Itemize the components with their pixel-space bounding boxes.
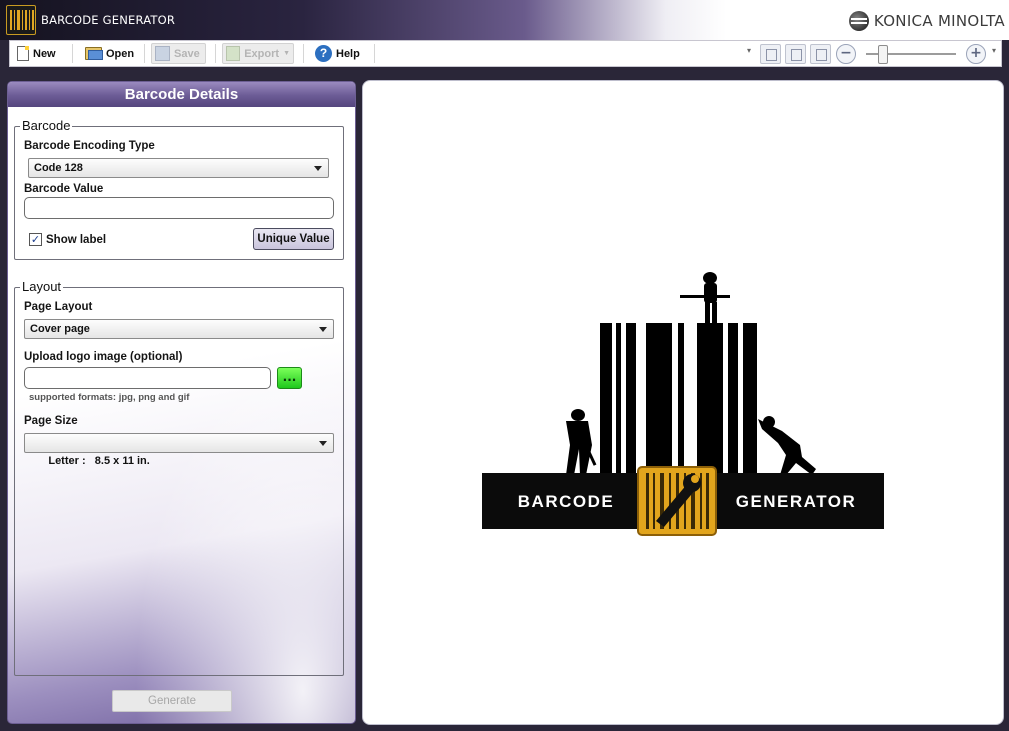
preview-area: BARCODE GENERATOR (362, 80, 1004, 725)
logo-left-text: BARCODE (518, 492, 614, 511)
help-button[interactable]: ? Help (312, 43, 363, 64)
barcode-value-label: Barcode Value (24, 183, 104, 195)
toolbar-divider (144, 44, 145, 63)
page-layout-value: Cover page (30, 323, 90, 335)
new-button-label: New (33, 47, 56, 60)
barcode-generator-logo: BARCODE GENERATOR (482, 272, 884, 536)
unique-value-button[interactable]: Unique Value (253, 228, 334, 250)
barcode-details-panel: Barcode Details Barcode Barcode Encoding… (7, 81, 356, 724)
barcode-group-legend: Barcode (20, 118, 73, 133)
open-folder-icon (85, 47, 103, 60)
export-button[interactable]: Export ▼ (222, 43, 294, 64)
app-title: BARCODE GENERATOR (41, 13, 176, 27)
fit-width-button[interactable] (785, 44, 806, 64)
chevron-down-icon (314, 166, 322, 171)
save-disk-icon (155, 46, 170, 61)
open-button[interactable]: Open (82, 43, 137, 64)
barcode-badge-icon (637, 466, 717, 536)
page-size-value: Letter : 8.5 x 11 in. (48, 455, 150, 467)
layout-group-legend: Layout (20, 279, 64, 294)
toolbar-divider (374, 44, 375, 63)
barcode-value-input[interactable] (24, 197, 334, 219)
toolbar-overflow-icon[interactable]: ▾ (747, 46, 755, 62)
logo-path-input[interactable] (24, 367, 271, 389)
save-button-label: Save (174, 47, 200, 60)
encoding-type-value: Code 128 (34, 162, 83, 174)
upload-logo-label: Upload logo image (optional) (24, 351, 183, 363)
new-document-icon (17, 46, 29, 61)
app-logo-icon (6, 5, 36, 35)
actual-size-button[interactable] (810, 44, 831, 64)
brand-logo: KONICA MINOLTA (848, 10, 1005, 32)
zoom-out-icon[interactable]: − (836, 44, 856, 64)
toolbar-divider (72, 44, 73, 63)
generate-button[interactable]: Generate (112, 690, 232, 712)
toolbar-divider (215, 44, 216, 63)
supported-formats-hint: supported formats: jpg, png and gif (29, 392, 190, 403)
barcode-group: Barcode Barcode Encoding Type Code 128 B… (14, 118, 344, 260)
logo-right-text: GENERATOR (736, 492, 857, 511)
save-button[interactable]: Save (151, 43, 206, 64)
fit-page-button[interactable] (760, 44, 781, 64)
page-layout-label: Page Layout (24, 301, 93, 313)
new-button[interactable]: New (14, 43, 59, 64)
worker-top-silhouette (680, 272, 730, 324)
show-label-checkbox[interactable]: ✓ (29, 233, 42, 246)
zoom-in-icon[interactable]: + (966, 44, 986, 64)
main-toolbar: New Open Save Export ▼ ? Help ▾ − + ▾ (9, 40, 1002, 67)
chevron-down-icon (319, 441, 327, 446)
worker-right-silhouette (758, 416, 816, 475)
toolbar-overflow-icon[interactable]: ▾ (992, 46, 1000, 62)
barcode-bars (600, 323, 757, 475)
help-icon: ? (315, 45, 332, 62)
page-layout-select[interactable]: Cover page (24, 319, 334, 339)
title-bar: BARCODE GENERATOR KONICA MINOLTA (0, 0, 1009, 40)
encoding-type-select[interactable]: Code 128 (28, 158, 329, 178)
encoding-type-label: Barcode Encoding Type (24, 140, 155, 152)
export-dropdown-arrow-icon: ▼ (283, 50, 290, 57)
brand-name: KONICA MINOLTA (873, 12, 1005, 30)
show-label-text: Show label (46, 234, 107, 246)
panel-title: Barcode Details (8, 82, 355, 107)
layout-group: Layout Page Layout Cover page Upload log… (14, 279, 344, 676)
page-size-label: Page Size (24, 415, 78, 427)
help-button-label: Help (336, 47, 360, 60)
konica-minolta-globe-icon (848, 11, 869, 31)
zoom-slider-thumb[interactable] (878, 45, 888, 64)
export-icon (226, 46, 241, 61)
toolbar-divider (303, 44, 304, 63)
chevron-down-icon (319, 327, 327, 332)
page-size-select[interactable]: Letter : 8.5 x 11 in. (24, 433, 334, 467)
export-button-label: Export (244, 47, 280, 60)
open-button-label: Open (106, 47, 135, 60)
browse-logo-button[interactable]: ... (277, 367, 302, 389)
worker-left-silhouette (566, 409, 597, 475)
